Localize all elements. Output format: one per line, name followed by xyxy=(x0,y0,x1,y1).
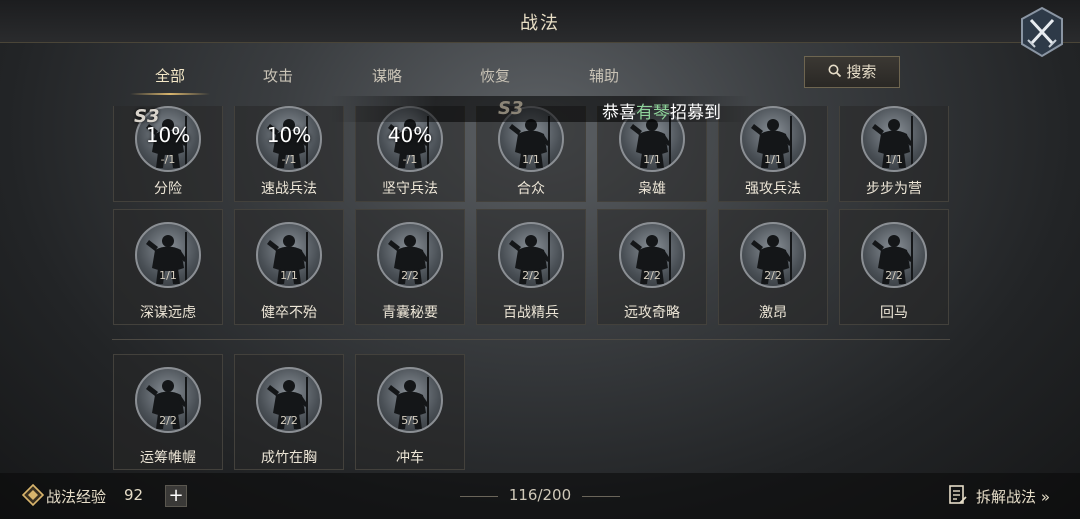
tactic-portrait: 5/5 xyxy=(377,367,443,433)
capacity-line-right xyxy=(582,496,620,497)
tab-recovery[interactable]: 恢复 xyxy=(445,60,545,94)
tactic-card[interactable]: 2/2 青囊秘要 xyxy=(355,209,465,325)
notice-text: 恭喜有琴招募到 xyxy=(602,103,721,123)
tactic-portrait: 2/2 xyxy=(861,222,927,288)
tactic-count: 1/1 xyxy=(280,269,298,282)
tactic-count: 5/5 xyxy=(401,414,419,427)
tactic-card[interactable]: 2/2 成竹在胸 xyxy=(234,354,344,470)
tactic-exp-icon xyxy=(22,484,44,506)
tactic-portrait: 2/2 xyxy=(740,222,806,288)
tactic-name: 分险 xyxy=(154,181,182,197)
season-tag: S3 xyxy=(134,106,160,127)
tactic-count: 2/2 xyxy=(401,269,419,282)
tactic-portrait: 2/2 xyxy=(256,367,322,433)
exp-label: 战法经验 xyxy=(46,488,107,506)
tactic-capacity: 116/200 xyxy=(508,486,572,504)
tactic-name: 成竹在胸 xyxy=(261,450,317,466)
tactic-count: 2/2 xyxy=(643,269,661,282)
tactic-count: 1/1 xyxy=(643,153,661,166)
tactic-card[interactable]: 2/2 远攻奇略 xyxy=(597,209,707,325)
exp-value: 92 xyxy=(124,486,144,504)
tactic-count: 2/2 xyxy=(764,269,782,282)
tactic-name: 冲车 xyxy=(396,450,424,466)
search-button[interactable]: 搜索 xyxy=(804,56,900,88)
tactic-name: 速战兵法 xyxy=(261,181,317,197)
notice-player: 有琴 xyxy=(636,103,670,123)
tactic-count: 1/1 xyxy=(522,153,540,166)
add-exp-button[interactable]: + xyxy=(165,485,187,507)
row-divider xyxy=(112,339,950,340)
tactic-count: -/1 xyxy=(402,153,418,166)
tactic-card[interactable]: 2/2 回马 xyxy=(839,209,949,325)
tactic-name: 坚守兵法 xyxy=(382,181,438,197)
tactic-portrait: 1/1 xyxy=(135,222,201,288)
page-title: 战法 xyxy=(520,13,560,34)
tactic-count: 1/1 xyxy=(885,153,903,166)
tactic-card[interactable]: 5/5 冲车 xyxy=(355,354,465,470)
tactic-name: 远攻奇略 xyxy=(624,305,680,321)
tactic-portrait: -/1 10% xyxy=(256,106,322,172)
tactic-count: 2/2 xyxy=(280,414,298,427)
tactic-name: 步步为营 xyxy=(866,181,922,197)
tactic-card[interactable]: 1/1 步步为营 xyxy=(839,106,949,202)
tactic-count: -/1 xyxy=(160,153,176,166)
tactic-count: 2/2 xyxy=(885,269,903,282)
tactic-count: 2/2 xyxy=(159,414,177,427)
tactic-portrait: 2/2 xyxy=(377,222,443,288)
tactic-card[interactable]: 2/2 运筹帷幄 xyxy=(113,354,223,470)
search-label: 搜索 xyxy=(846,63,877,81)
tab-strategy[interactable]: 谋略 xyxy=(337,60,437,94)
close-button[interactable] xyxy=(1018,6,1066,60)
crossed-swords-icon xyxy=(1021,6,1063,58)
tactic-name: 强攻兵法 xyxy=(745,181,801,197)
tab-support[interactable]: 辅助 xyxy=(554,60,654,94)
tactic-portrait: 2/2 xyxy=(498,222,564,288)
tactic-count: 1/1 xyxy=(764,153,782,166)
tactic-name: 深谋远虑 xyxy=(140,305,196,321)
tactic-count: 1/1 xyxy=(159,269,177,282)
tactic-card[interactable]: 1/1 深谋远虑 xyxy=(113,209,223,325)
tactic-name: 合众 xyxy=(517,181,545,197)
tactic-card[interactable]: 2/2 百战精兵 xyxy=(476,209,586,325)
search-icon xyxy=(828,64,841,78)
dismantle-tactics-button[interactable]: 拆解战法 » xyxy=(976,486,1050,507)
tactic-portrait: 1/1 xyxy=(256,222,322,288)
tactic-card[interactable]: -/1 10% S3 分险 xyxy=(113,106,223,202)
dismantle-icon xyxy=(949,485,967,504)
tactic-portrait: 1/1 xyxy=(861,106,927,172)
tab-attack[interactable]: 攻击 xyxy=(228,60,328,94)
tactic-portrait: 2/2 xyxy=(135,367,201,433)
tactic-percent: 40% xyxy=(387,123,433,147)
tactic-card[interactable]: 2/2 激昂 xyxy=(718,209,828,325)
tactic-name: 运筹帷幄 xyxy=(140,450,196,466)
recruit-notice: S3 恭喜有琴招募到 xyxy=(330,96,750,123)
tactic-name: 青囊秘要 xyxy=(382,305,438,321)
tactic-name: 健卒不殆 xyxy=(261,305,317,321)
tactic-card[interactable]: -/1 10% 速战兵法 xyxy=(234,106,344,202)
title-bar: 战法 xyxy=(0,0,1080,43)
tab-all[interactable]: 全部 xyxy=(120,60,220,95)
tactic-name: 回马 xyxy=(880,305,908,321)
tactic-count: -/1 xyxy=(281,153,297,166)
notice-season: S3 xyxy=(498,98,524,119)
tactic-count: 2/2 xyxy=(522,269,540,282)
tactic-percent: 10% xyxy=(266,123,312,147)
tactic-portrait: 2/2 xyxy=(619,222,685,288)
tactic-name: 百战精兵 xyxy=(503,305,559,321)
tactic-card[interactable]: 1/1 健卒不殆 xyxy=(234,209,344,325)
tactic-name: 枭雄 xyxy=(638,181,666,197)
tactic-name: 激昂 xyxy=(759,305,787,321)
